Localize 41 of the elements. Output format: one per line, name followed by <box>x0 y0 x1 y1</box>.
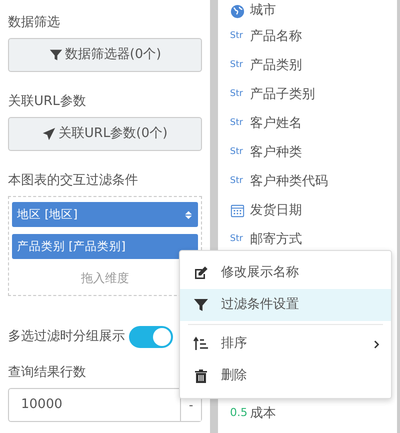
field-name: 客户姓名 <box>250 114 302 133</box>
trash-icon <box>193 368 209 384</box>
type-label: Str <box>230 146 244 159</box>
type-label: 0.5 <box>230 405 245 422</box>
paper-plane-icon <box>42 127 56 141</box>
field-name: 发货日期 <box>250 202 302 220</box>
toggle-switch[interactable] <box>129 326 173 348</box>
section-label: 数据筛选 <box>8 14 61 32</box>
filter-icon <box>48 48 63 62</box>
type-label: Str <box>230 30 244 43</box>
section-label: 关联URL参数 <box>8 93 87 111</box>
menu-item[interactable]: 排序 <box>180 328 391 360</box>
globe-icon <box>230 4 245 18</box>
filter-pill[interactable]: 产品类别 [产品类别] <box>12 234 198 259</box>
type-label: Str <box>230 58 244 72</box>
field-name: 邮寄方式 <box>250 230 302 249</box>
menu-item[interactable]: 过滤条件设置 <box>180 289 391 321</box>
field-name: 产品子类别 <box>250 86 315 104</box>
type-label: Str <box>230 88 244 101</box>
drop-hint: 拖入维度 <box>80 270 130 287</box>
toggle-label: 多选过滤时分组展示 <box>8 328 125 346</box>
edit-icon <box>193 265 209 281</box>
sort-icon <box>193 336 209 352</box>
url-params-button[interactable]: 关联URL参数(0个) <box>8 117 202 151</box>
field-name: 客户种类代码 <box>250 172 328 191</box>
type-label: Str <box>230 174 244 188</box>
type-label: Str <box>230 116 244 130</box>
filter-pill[interactable]: 地区 [地区] <box>12 202 198 227</box>
field-name: 产品名称 <box>250 28 302 46</box>
filter-icon <box>193 297 209 313</box>
filter-button[interactable]: 数据筛选器(0个) <box>8 38 202 72</box>
field-name: 客户种类 <box>250 144 302 162</box>
field-name: 产品类别 <box>250 56 302 75</box>
calendar-icon <box>230 203 245 218</box>
section-label: 查询结果行数 <box>8 364 87 382</box>
section-label: 本图表的交互过滤条件 <box>8 172 139 190</box>
field-name: 城市 <box>250 2 276 20</box>
rows-input[interactable]: 10000 <box>9 389 180 421</box>
field-name: 成本 <box>250 404 276 423</box>
type-label: Str <box>230 232 244 246</box>
menu-item[interactable]: 修改展示名称 <box>180 257 391 289</box>
